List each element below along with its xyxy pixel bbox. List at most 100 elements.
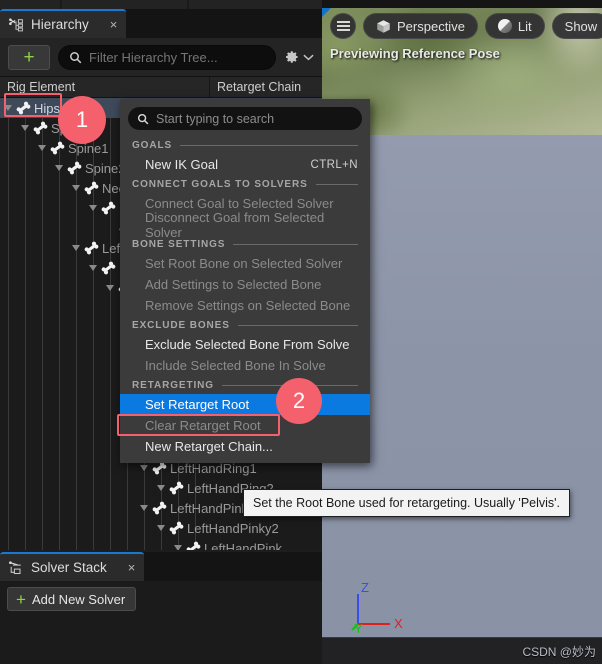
chevron-down-icon (303, 54, 314, 61)
column-retarget-chain[interactable]: Retarget Chain (210, 77, 322, 97)
chevron-down-icon[interactable] (106, 285, 114, 291)
add-element-button[interactable]: + (8, 44, 50, 70)
close-icon[interactable]: × (128, 560, 136, 575)
viewport-perspective-label: Perspective (397, 18, 465, 34)
context-menu-item: Add Settings to Selected Bone (120, 274, 370, 295)
bone-icon (101, 261, 116, 275)
plus-icon: + (16, 589, 26, 609)
viewport-show-button[interactable]: Show (551, 13, 602, 39)
search-icon (137, 113, 149, 124)
close-icon[interactable]: × (110, 17, 118, 32)
annotation-badge-2: 2 (276, 378, 322, 424)
bone-icon-wrap (151, 461, 170, 475)
tree-row-label: LeftHandPinky2 (187, 520, 279, 536)
bone-icon-wrap (168, 481, 187, 495)
bone-icon-wrap (83, 241, 102, 255)
bone-icon-wrap (83, 181, 102, 195)
add-new-solver-button[interactable]: + Add New Solver (7, 587, 137, 611)
hierarchy-icon (9, 18, 23, 32)
tree-row[interactable]: LeftHandPink (0, 538, 322, 550)
chevron-down-icon[interactable] (72, 245, 80, 251)
context-menu-item[interactable]: New Retarget Chain... (120, 436, 370, 457)
context-menu-section-title: EXCLUDE BONES (132, 320, 230, 331)
viewport-status-label: Previewing Reference Pose (330, 46, 500, 61)
context-menu-item: Disconnect Goal from Selected Solver (120, 210, 370, 240)
tooltip: Set the Root Bone used for retargeting. … (243, 489, 571, 517)
context-menu-item-label: New IK Goal (145, 157, 218, 172)
chevron-down-icon[interactable] (21, 125, 29, 131)
plus-icon: + (23, 46, 35, 68)
tree-row[interactable]: LeftHandPinky2 (0, 518, 322, 538)
bone-icon (169, 521, 184, 535)
bone-icon-wrap (151, 501, 170, 515)
context-menu-item-label: Exclude Selected Bone From Solve (145, 337, 350, 352)
context-menu-item[interactable]: Exclude Selected Bone From Solve (120, 334, 370, 355)
bone-icon (101, 201, 116, 215)
context-menu-item[interactable]: Set Retarget Root (120, 394, 370, 415)
context-menu-item-label: Remove Settings on Selected Bone (145, 298, 351, 313)
solver-stack-body: + Add New Solver (0, 581, 322, 664)
cube-icon (377, 19, 390, 33)
chevron-down-icon[interactable] (72, 185, 80, 191)
context-menu-item[interactable]: New IK Goal CTRL+N (120, 154, 370, 175)
hierarchy-search-input[interactable] (89, 49, 265, 65)
context-menu-search-box[interactable] (128, 107, 362, 130)
viewport-menu-button[interactable] (330, 13, 356, 39)
svg-text:Y: Y (354, 621, 363, 633)
tab-hierarchy-label: Hierarchy (31, 17, 89, 32)
bone-icon-wrap (100, 201, 119, 215)
watermark: CSDN @妙为 (522, 645, 596, 659)
hierarchy-search-box[interactable] (58, 44, 276, 70)
viewport-lit-button[interactable]: Lit (484, 13, 545, 39)
tab-solver-stack[interactable]: Solver Stack × (0, 552, 145, 581)
gear-icon (286, 51, 298, 63)
bone-icon (152, 461, 167, 475)
context-menu-item-label: Include Selected Bone In Solve (145, 358, 326, 373)
context-menu-item-label: New Retarget Chain... (145, 439, 273, 454)
chevron-down-icon[interactable] (89, 265, 97, 271)
chevron-down-icon[interactable] (140, 505, 148, 511)
bone-icon (84, 241, 99, 255)
tree-row-label: Hips (34, 100, 61, 116)
bone-icon (67, 161, 82, 175)
hierarchy-settings[interactable] (284, 49, 314, 65)
divider (233, 244, 358, 245)
hamburger-icon (336, 19, 350, 33)
hierarchy-tabstrip: Hierarchy × (0, 9, 322, 38)
bone-icon-wrap (100, 261, 119, 275)
hierarchy-toolbar: + (0, 38, 322, 76)
context-menu[interactable]: GOALS New IK Goal CTRL+N CONNECT GOALS TO S… (120, 99, 370, 463)
context-menu-sections: GOALS New IK Goal CTRL+N CONNECT GOALS TO S… (120, 136, 370, 457)
context-menu-search-input[interactable] (156, 111, 353, 126)
sphere-icon (497, 19, 512, 33)
solver-tabstrip: Solver Stack × (0, 552, 322, 581)
context-menu-item-shortcut: CTRL+N (310, 158, 358, 171)
bone-icon-wrap (32, 121, 51, 135)
bone-icon (50, 141, 65, 155)
chevron-down-icon[interactable] (157, 525, 165, 531)
chevron-down-icon[interactable] (174, 545, 182, 550)
context-menu-section-title: GOALS (132, 140, 173, 151)
viewport-perspective-button[interactable]: Perspective (363, 13, 478, 39)
chevron-down-icon[interactable] (38, 145, 46, 151)
chevron-down-icon[interactable] (55, 165, 63, 171)
tab-solver-stack-label: Solver Stack (31, 560, 107, 575)
chevron-down-icon[interactable] (157, 485, 165, 491)
context-menu-item-label: Set Retarget Root (145, 397, 250, 412)
solver-icon (9, 561, 21, 575)
context-menu-section-header: CONNECT GOALS TO SOLVERS (120, 175, 370, 193)
chevron-down-icon[interactable] (140, 465, 148, 471)
context-menu-section-title: BONE SETTINGS (132, 239, 226, 250)
window-top-strip (0, 0, 322, 9)
context-menu-item-label: Add Settings to Selected Bone (145, 277, 322, 292)
tab-hierarchy[interactable]: Hierarchy × (0, 9, 127, 38)
bone-icon-wrap (168, 521, 187, 535)
chevron-down-icon[interactable] (89, 205, 97, 211)
chevron-down-icon[interactable] (4, 105, 12, 111)
svg-text:Z: Z (361, 580, 369, 595)
divider (237, 325, 358, 326)
context-menu-section-header: EXCLUDE BONES (120, 316, 370, 334)
bone-icon (84, 181, 99, 195)
bone-icon (152, 501, 167, 515)
column-rig-element[interactable]: Rig Element (0, 77, 210, 97)
